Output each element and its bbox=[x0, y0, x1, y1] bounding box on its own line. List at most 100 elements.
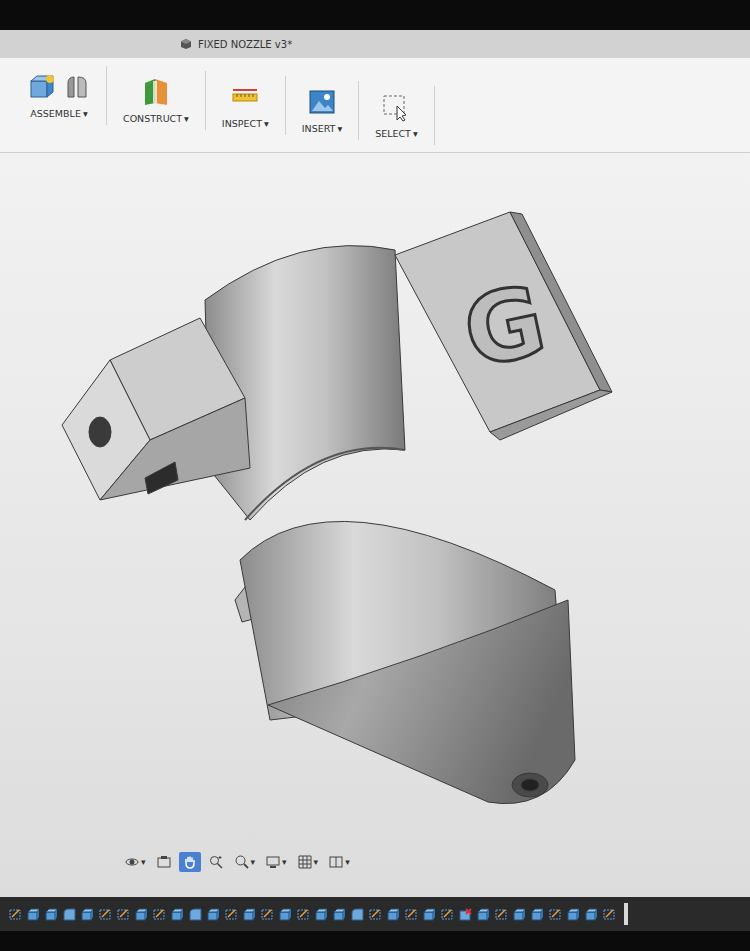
timeline-step[interactable] bbox=[512, 906, 526, 922]
extrude-step-icon[interactable] bbox=[27, 908, 40, 921]
select-icon[interactable] bbox=[381, 92, 411, 122]
fillet-step-icon[interactable] bbox=[351, 908, 364, 921]
timeline-marker[interactable] bbox=[624, 903, 628, 925]
extrude-step-icon[interactable] bbox=[513, 908, 526, 921]
nav-button[interactable]: ▾ bbox=[262, 852, 290, 872]
fillet-step-icon[interactable] bbox=[63, 908, 76, 921]
timeline-step[interactable] bbox=[98, 906, 112, 922]
timeline-step[interactable] bbox=[170, 906, 184, 922]
measure-icon[interactable] bbox=[230, 82, 260, 112]
timeline-step[interactable] bbox=[62, 906, 76, 922]
timeline-step[interactable] bbox=[278, 906, 292, 922]
timeline-step[interactable] bbox=[584, 906, 598, 922]
toolbar-group[interactable]: SELECT▾ bbox=[359, 86, 435, 145]
timeline-step[interactable] bbox=[26, 906, 40, 922]
nozzle-model[interactable]: G bbox=[62, 212, 612, 804]
timeline-step[interactable] bbox=[530, 906, 544, 922]
image-icon[interactable] bbox=[307, 87, 337, 117]
timeline-step[interactable] bbox=[260, 906, 274, 922]
timeline-step[interactable] bbox=[350, 906, 364, 922]
timeline-step[interactable] bbox=[152, 906, 166, 922]
document-tab[interactable]: FIXED NOZZLE v3* bbox=[170, 34, 302, 54]
sketch-step-icon[interactable] bbox=[225, 908, 238, 921]
nav-button[interactable]: ▾ bbox=[325, 852, 353, 872]
timeline-step[interactable] bbox=[476, 906, 490, 922]
timeline-step[interactable] bbox=[494, 906, 508, 922]
extrude-step-icon[interactable] bbox=[315, 908, 328, 921]
timeline-step[interactable] bbox=[386, 906, 400, 922]
nav-button[interactable]: ▾ bbox=[294, 852, 322, 872]
orbit-icon[interactable] bbox=[124, 854, 140, 870]
nav-button[interactable] bbox=[153, 852, 175, 872]
timeline-step[interactable] bbox=[422, 906, 436, 922]
sketch-step-icon[interactable] bbox=[117, 908, 130, 921]
display-settings-icon[interactable] bbox=[265, 854, 281, 870]
sketch-step-icon[interactable] bbox=[297, 908, 310, 921]
timeline-step[interactable] bbox=[224, 906, 238, 922]
timeline-step[interactable] bbox=[134, 906, 148, 922]
nav-button[interactable]: ▾ bbox=[231, 852, 259, 872]
timeline-step[interactable] bbox=[566, 906, 580, 922]
sketch-step-icon[interactable] bbox=[369, 908, 382, 921]
extrude-step-icon[interactable] bbox=[171, 908, 184, 921]
zoom-window-icon[interactable] bbox=[208, 854, 224, 870]
fillet-step-icon[interactable] bbox=[189, 908, 202, 921]
extrude-step-icon[interactable] bbox=[243, 908, 256, 921]
extrude-step-icon[interactable] bbox=[423, 908, 436, 921]
sketch-step-icon[interactable] bbox=[549, 908, 562, 921]
timeline-step[interactable] bbox=[8, 906, 22, 922]
timeline-step[interactable] bbox=[332, 906, 346, 922]
extrude-step-icon[interactable] bbox=[279, 908, 292, 921]
sketch-step-icon[interactable] bbox=[9, 908, 22, 921]
extrude-step-icon[interactable] bbox=[387, 908, 400, 921]
viewport[interactable]: G▾▾▾▾▾ bbox=[0, 153, 750, 897]
sketch-step-icon[interactable] bbox=[441, 908, 454, 921]
sketch-step-icon[interactable] bbox=[261, 908, 274, 921]
viewports-icon[interactable] bbox=[328, 854, 344, 870]
look-at-icon[interactable] bbox=[156, 854, 172, 870]
sketch-step-icon[interactable] bbox=[495, 908, 508, 921]
sketch-step-icon[interactable] bbox=[405, 908, 418, 921]
nav-button[interactable]: ▾ bbox=[121, 852, 149, 872]
model-viewport[interactable]: G bbox=[0, 153, 750, 897]
timeline-step[interactable] bbox=[206, 906, 220, 922]
extrude-step-icon[interactable] bbox=[477, 908, 490, 921]
error-step-icon[interactable] bbox=[459, 908, 472, 921]
sketch-step-icon[interactable] bbox=[99, 908, 112, 921]
extrude-step-icon[interactable] bbox=[567, 908, 580, 921]
timeline-step[interactable] bbox=[602, 906, 616, 922]
extrude-step-icon[interactable] bbox=[585, 908, 598, 921]
timeline-step[interactable] bbox=[116, 906, 130, 922]
timeline-step[interactable] bbox=[188, 906, 202, 922]
sketch-step-icon[interactable] bbox=[603, 908, 616, 921]
timeline-step[interactable] bbox=[296, 906, 310, 922]
timeline-step[interactable] bbox=[44, 906, 58, 922]
timeline-step[interactable] bbox=[314, 906, 328, 922]
zoom-icon[interactable] bbox=[234, 854, 250, 870]
toolbar-group[interactable]: INSPECT▾ bbox=[206, 76, 286, 135]
timeline-step[interactable] bbox=[242, 906, 256, 922]
timeline-step[interactable] bbox=[404, 906, 418, 922]
extrude-step-icon[interactable] bbox=[81, 908, 94, 921]
joint-icon[interactable] bbox=[64, 73, 90, 101]
plane-icon[interactable] bbox=[141, 77, 171, 107]
nav-button[interactable] bbox=[179, 852, 201, 872]
nav-button[interactable] bbox=[205, 852, 227, 872]
toolbar-group[interactable]: INSERT▾ bbox=[286, 81, 359, 140]
toolbar-group[interactable]: CONSTRUCT▾ bbox=[107, 71, 206, 130]
extrude-step-icon[interactable] bbox=[207, 908, 220, 921]
extrude-step-icon[interactable] bbox=[45, 908, 58, 921]
toolbar-group[interactable]: ASSEMBLE▾ bbox=[12, 66, 107, 125]
pan-hand-icon[interactable] bbox=[182, 854, 198, 870]
extrude-step-icon[interactable] bbox=[531, 908, 544, 921]
grid-icon[interactable] bbox=[297, 854, 313, 870]
timeline-step[interactable] bbox=[548, 906, 562, 922]
timeline-step[interactable] bbox=[368, 906, 382, 922]
timeline-step[interactable] bbox=[458, 906, 472, 922]
sketch-step-icon[interactable] bbox=[153, 908, 166, 921]
extrude-step-icon[interactable] bbox=[135, 908, 148, 921]
extrude-step-icon[interactable] bbox=[333, 908, 346, 921]
timeline-step[interactable] bbox=[80, 906, 94, 922]
timeline-step[interactable] bbox=[440, 906, 454, 922]
new-component-icon[interactable] bbox=[28, 73, 56, 101]
